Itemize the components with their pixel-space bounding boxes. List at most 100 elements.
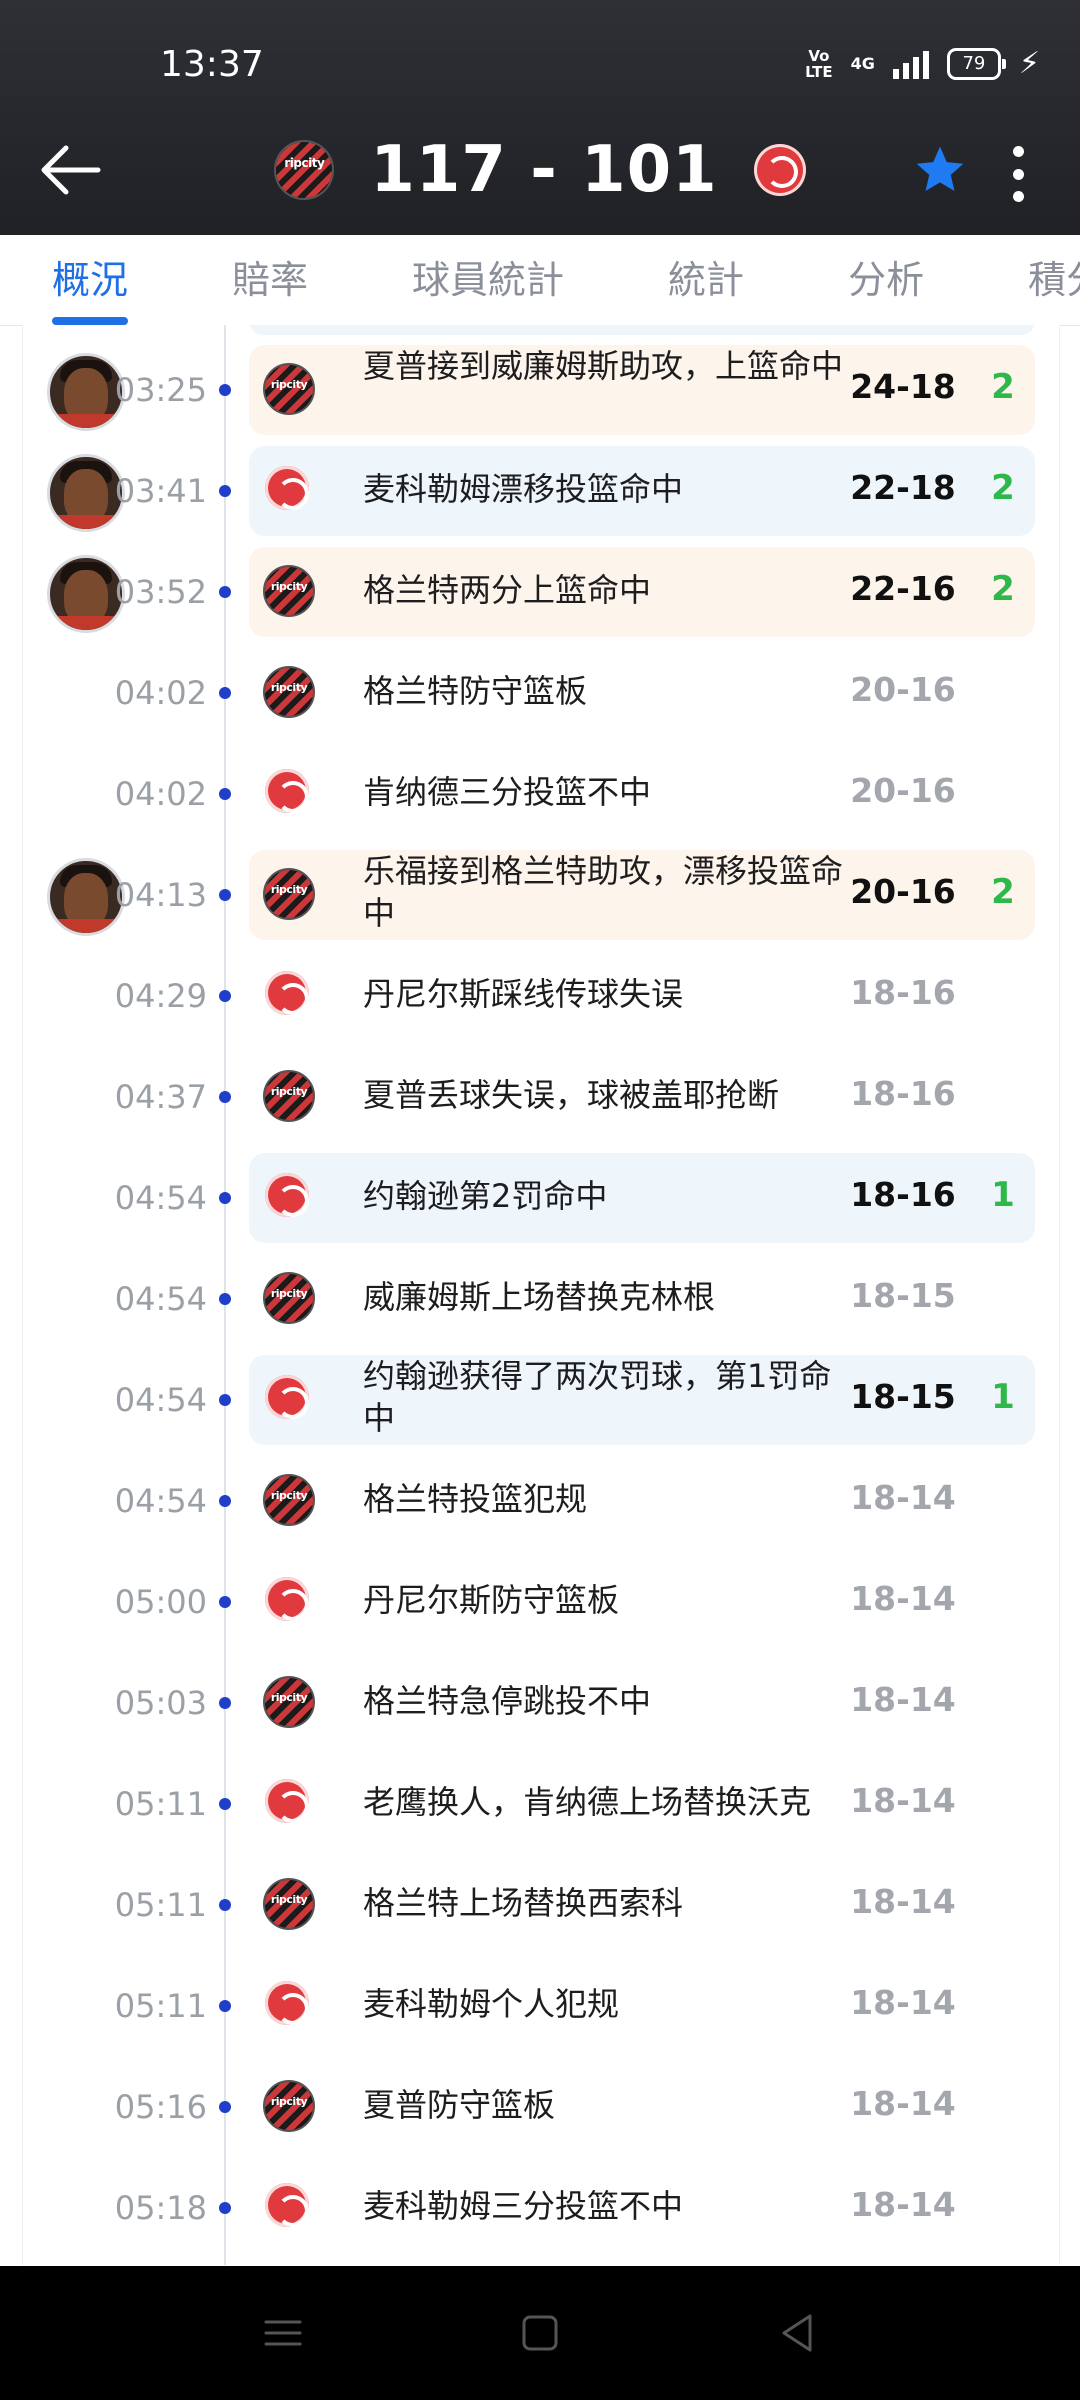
triangle-back-icon [782,2314,812,2352]
play-description: 肯纳德三分投篮不中 [363,773,652,811]
tab-stats[interactable]: 統計 [668,235,744,325]
play-score: 18-16 [850,1175,956,1214]
game-score: 117 - 101 [370,133,718,207]
timeline-dot [219,1495,231,1507]
play-time: 03:41 [114,472,207,510]
status-icons: Vo LTE 4G 79 ⚡ [805,46,1040,81]
team-logo-portland: ripcity [263,565,315,617]
play-row[interactable]: 03:41 麦科勒姆漂移投篮命中 22-18 2 [23,444,1059,545]
play-row[interactable]: 03:52 ripcity 格兰特两分上篮命中 22-16 2 [23,545,1059,646]
menu-button[interactable] [258,2308,308,2358]
play-row[interactable]: 04:37 ripcity 夏普丢球失误，球被盖耶抢断 18-16 [23,1050,1059,1151]
play-row[interactable]: 05:00 丹尼尔斯防守篮板 18-14 [23,1555,1059,1656]
play-row[interactable]: 05:11 ripcity 格兰特上场替换西索科 18-14 [23,1858,1059,1959]
play-time: 05:11 [114,1785,207,1823]
play-row[interactable]: 05:03 ripcity 格兰特急停跳投不中 18-14 [23,1656,1059,1757]
play-score: 18-14 [850,2185,956,2224]
timeline-dot [219,2202,231,2214]
play-description: 格兰特急停跳投不中 [363,1682,652,1720]
play-description: 格兰特两分上篮命中 [363,571,652,609]
play-row[interactable]: 04:54 ripcity 威廉姆斯上场替换克林根 18-15 [23,1252,1059,1353]
play-time: 05:18 [114,2189,207,2227]
tab-bar: 概況 賠率 球員統計 統計 分析 積分 [0,235,1080,326]
more-options-button[interactable] [1006,146,1030,202]
timeline-dot [219,788,231,800]
team-logo-portland: ripcity [263,666,315,718]
team-logo-atlanta [265,1779,309,1823]
play-row[interactable]: 05:11 老鹰换人，肯纳德上场替换沃克 18-14 [23,1757,1059,1858]
play-row[interactable]: 04:29 丹尼尔斯踩线传球失误 18-16 [23,949,1059,1050]
play-score: 20-16 [850,670,956,709]
play-score: 20-16 [850,771,956,810]
player-avatar[interactable] [47,555,125,633]
points-scored: 1 [991,1377,1015,1417]
play-time: 04:54 [114,1280,207,1318]
play-score: 18-14 [850,1983,956,2022]
back-nav-button[interactable] [772,2308,822,2358]
tab-overview[interactable]: 概況 [52,235,129,325]
play-score: 20-16 [850,872,956,911]
play-description: 麦科勒姆漂移投篮命中 [363,470,684,508]
play-score: 18-14 [850,1781,956,1820]
player-avatar[interactable] [47,353,125,431]
play-time: 04:02 [114,674,207,712]
play-row[interactable]: 05:16 ripcity 夏普防守篮板 18-14 [23,2060,1059,2161]
home-team-logo: ripcity [274,140,335,200]
play-row[interactable]: 04:13 ripcity 乐福接到格兰特助攻，漂移投篮命中 20-16 2 [23,848,1059,949]
play-description: 夏普丢球失误，球被盖耶抢断 [363,1076,780,1114]
team-logo-portland: ripcity [263,1676,315,1728]
timeline-dot [219,1596,231,1608]
player-avatar[interactable] [47,454,125,532]
play-time: 04:54 [114,1482,207,1520]
timeline-dot [219,1798,231,1810]
timeline-dot [219,2101,231,2113]
play-score: 22-16 [850,569,956,608]
points-scored: 2 [991,367,1015,407]
play-row[interactable]: 05:11 麦科勒姆个人犯规 18-14 [23,1959,1059,2060]
play-time: 04:02 [114,775,207,813]
play-description: 约翰逊第2罚命中 [363,1177,608,1215]
player-avatar[interactable] [47,858,125,936]
team-logo-atlanta [265,1577,309,1621]
volte-indicator: Vo LTE [805,46,833,81]
app-header: 13:37 Vo LTE 4G 79 ⚡ ripcity 117 - 101 [0,0,1080,235]
timeline-dot [219,1394,231,1406]
tab-standings[interactable]: 積分 [1028,235,1080,325]
team-logo-atlanta [265,2183,309,2227]
play-score: 18-16 [850,973,956,1012]
team-logo-portland: ripcity [263,363,315,415]
network-type-indicator: 4G [850,54,875,73]
timeline-dot [219,384,231,396]
favorite-button[interactable] [912,142,968,198]
signal-icon [892,49,929,79]
timeline-dot [219,687,231,699]
battery-icon: 79 [946,47,1006,80]
play-row[interactable]: 05:18 麦科勒姆三分投篮不中 18-14 [23,2161,1059,2262]
team-logo-portland: ripcity [263,868,315,920]
play-score: 18-14 [850,1579,956,1618]
tab-odds[interactable]: 賠率 [232,235,308,325]
play-score: 22-18 [850,468,956,507]
tab-analysis[interactable]: 分析 [848,235,924,325]
play-time: 04:13 [114,876,207,914]
play-score: 18-14 [850,2084,956,2123]
play-row[interactable]: 04:54 约翰逊第2罚命中 18-16 1 [23,1151,1059,1252]
play-by-play-list[interactable]: 03:25 ripcity 夏普接到威廉姆斯助攻，上篮命中 24-18 2 03:4… [22,325,1060,2265]
play-row[interactable]: 04:54 ripcity 格兰特投篮犯规 18-14 [23,1454,1059,1555]
timeline-dot [219,2000,231,2012]
team-logo-atlanta [265,1981,309,2025]
team-logo-portland: ripcity [263,2080,315,2132]
team-logo-atlanta [265,1375,309,1419]
tab-player-stats[interactable]: 球員統計 [412,235,564,325]
play-row[interactable]: 04:54 约翰逊获得了两次罚球，第1罚命中 18-15 1 [23,1353,1059,1454]
play-row[interactable]: 04:02 ripcity 格兰特防守篮板 20-16 [23,646,1059,747]
timeline-dot [219,1899,231,1911]
play-row[interactable]: 04:02 肯纳德三分投篮不中 20-16 [23,747,1059,848]
play-score: 18-16 [850,1074,956,1113]
play-description: 乐福接到格兰特助攻，漂移投篮命中 [363,852,844,932]
play-row[interactable]: 03:25 ripcity 夏普接到威廉姆斯助攻，上篮命中 24-18 2 [23,343,1059,444]
status-time: 13:37 [160,44,264,85]
home-button[interactable] [515,2308,565,2358]
charging-icon: ⚡ [1018,46,1040,81]
points-scored: 2 [991,872,1015,912]
